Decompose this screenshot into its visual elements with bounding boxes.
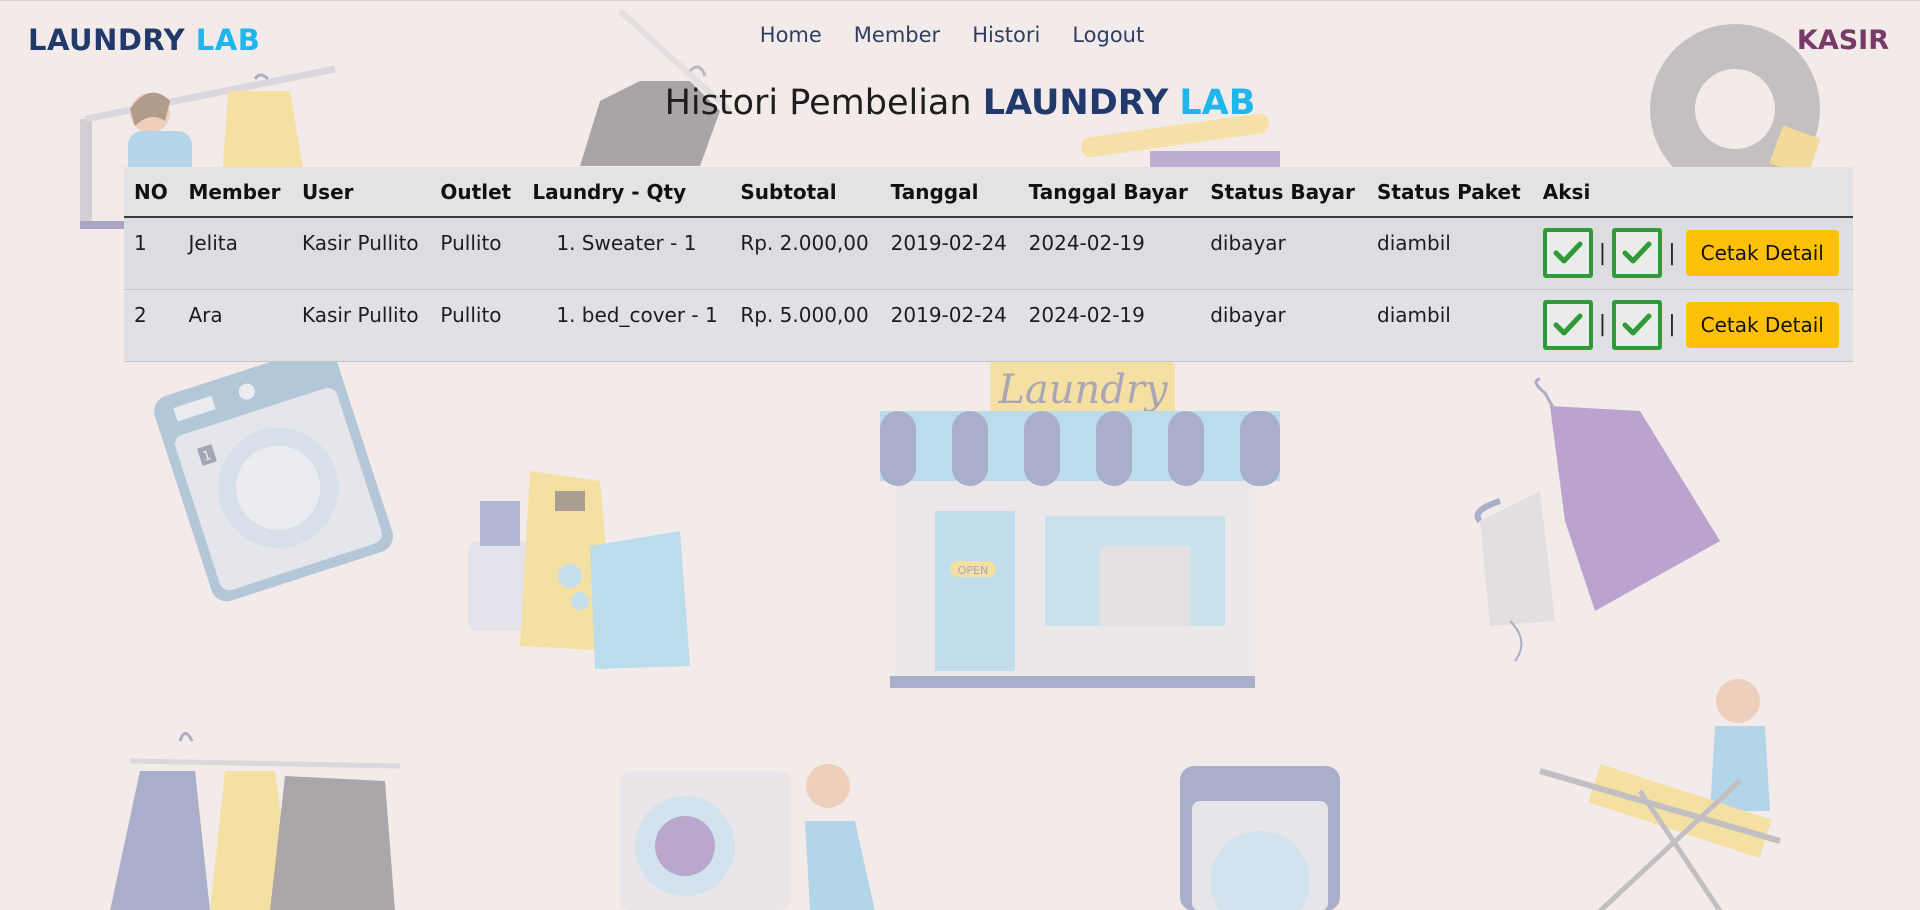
nav-link-home[interactable]: Home (760, 23, 822, 47)
column-header-no: NO (134, 179, 168, 204)
column-header-subtotal: Subtotal (740, 179, 837, 204)
cell-aksi: | | Cetak Detail (1533, 217, 1853, 289)
action-group: | | Cetak Detail (1542, 299, 1843, 350)
laundry-store-illustration: Laundry OPEN (880, 361, 1280, 688)
laundromat-illustration (620, 764, 875, 910)
action-separator: | (1598, 312, 1607, 337)
table-row: 1 Jelita Kasir Pullito Pullito 1. Sweate… (124, 217, 1853, 289)
history-table-container: NO Member User Outlet Laundry - Qty Subt… (124, 167, 1853, 362)
package-confirm-button[interactable] (1612, 228, 1663, 278)
machine-number-label: 1 (201, 448, 214, 465)
cell-laundry-qty: 1. Sweater - 1 (556, 231, 697, 255)
column-header-outlet: Outlet (440, 179, 512, 204)
action-separator: | (1598, 240, 1607, 266)
cell-tanggal-bayar: 2024-02-19 (1028, 231, 1145, 255)
checkmark-icon (1622, 313, 1652, 335)
user-role-label: KASIR (1796, 25, 1889, 56)
cell-subtotal: Rp. 2.000,00 (740, 231, 869, 255)
cell-user: Kasir Pullito (301, 302, 419, 327)
history-table: NO Member User Outlet Laundry - Qty Subt… (124, 167, 1853, 362)
column-header-laundry-qty: Laundry - Qty (532, 179, 687, 204)
action-separator: | (1668, 240, 1676, 266)
main-nav: Home Member Histori Logout (0, 23, 1920, 47)
cell-subtotal: Rp. 5.000,00 (740, 302, 869, 327)
cell-status-bayar: dibayar (1210, 302, 1286, 327)
print-detail-button[interactable]: Cetak Detail (1685, 230, 1839, 276)
action-group: | | Cetak Detail (1542, 228, 1843, 278)
column-header-aksi: Aksi (1542, 179, 1591, 204)
print-detail-button[interactable]: Cetak Detail (1685, 301, 1839, 348)
nav-link-member[interactable]: Member (854, 23, 940, 47)
nav-link-logout[interactable]: Logout (1072, 23, 1144, 47)
cell-tanggal: 2019-02-24 (890, 302, 1007, 327)
table-header-row: NO Member User Outlet Laundry - Qty Subt… (124, 167, 1853, 217)
woman-ironing-illustration (1539, 679, 1781, 910)
cell-tanggal-bayar: 2024-02-19 (1028, 302, 1145, 327)
cell-no: 1 (134, 231, 147, 255)
column-header-tanggal: Tanggal (890, 179, 979, 204)
cell-laundry-qty: 1. bed_cover - 1 (556, 302, 718, 327)
checkmark-icon (1553, 241, 1583, 264)
cell-user: Kasir Pullito (301, 231, 419, 255)
page-title: Histori Pembelian LAUNDRY LAB (0, 83, 1920, 123)
column-header-member: Member (188, 179, 281, 204)
cell-outlet: Pullito (440, 302, 502, 327)
cell-no: 2 (134, 302, 147, 327)
page-title-brand-part2: LAB (1179, 83, 1256, 123)
column-header-status-bayar: Status Bayar (1210, 179, 1355, 204)
cell-aksi: | | Cetak Detail (1533, 289, 1853, 361)
cell-outlet: Pullito (440, 231, 502, 255)
page-title-prefix: Histori Pembelian (664, 83, 972, 123)
cell-member: Ara (188, 302, 223, 327)
door-sign-label: OPEN (958, 564, 988, 577)
action-separator: | (1668, 312, 1676, 337)
column-header-tanggal-bayar: Tanggal Bayar (1028, 179, 1188, 204)
second-washing-machine-illustration (1180, 766, 1340, 910)
table-row: 2 Ara Kasir Pullito Pullito 1. bed_cover… (124, 289, 1853, 361)
payment-confirm-button[interactable] (1542, 228, 1593, 278)
cell-status-paket: diambil (1377, 231, 1451, 255)
nav-link-histori[interactable]: Histori (972, 23, 1040, 47)
payment-confirm-button[interactable] (1542, 299, 1593, 350)
column-header-status-paket: Status Paket (1377, 179, 1521, 204)
checkmark-icon (1622, 241, 1652, 264)
dress-iron-illustration (1474, 377, 1720, 662)
background-illustration: 1 Laundry OPEN (80, 8, 1821, 910)
cell-tanggal: 2019-02-24 (890, 231, 1007, 255)
checkmark-icon (1553, 313, 1583, 335)
page-title-brand-part1: LAUNDRY (982, 83, 1169, 123)
washing-machine-illustration: 1 (154, 346, 393, 602)
cell-status-bayar: dibayar (1210, 231, 1286, 255)
cell-status-paket: diambil (1377, 302, 1451, 327)
shop-sign-label: Laundry (997, 367, 1169, 413)
cell-member: Jelita (188, 231, 238, 255)
package-confirm-button[interactable] (1612, 299, 1663, 350)
column-header-user: User (301, 179, 354, 204)
detergent-illustration (468, 471, 690, 669)
bottom-clothes-rack-illustration (110, 732, 401, 910)
